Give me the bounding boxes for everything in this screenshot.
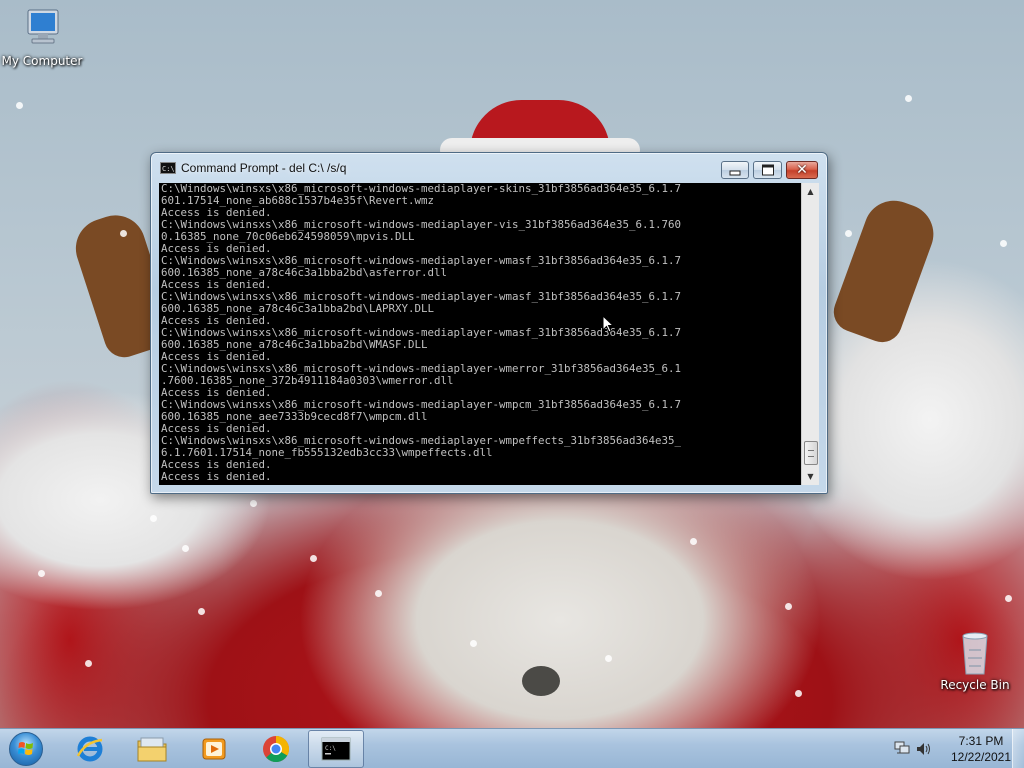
snowflake [85, 660, 92, 667]
scroll-up-icon[interactable]: ▲ [802, 183, 819, 200]
snowflake [1000, 240, 1007, 247]
snowflake [905, 95, 912, 102]
chrome-icon [263, 735, 290, 763]
snowflake [120, 230, 127, 237]
window-titlebar[interactable]: C:\ Command Prompt - del C:\ /s/q ✕ [151, 153, 827, 183]
taskbar: C:\ 7:31 PM 12/22/2021 [0, 728, 1024, 768]
command-prompt-icon: C:\ [321, 737, 351, 761]
internet-explorer-icon [76, 736, 103, 762]
snowflake [38, 570, 45, 577]
taskbar-clock[interactable]: 7:31 PM 12/22/2021 [942, 733, 1020, 765]
snowflake [785, 603, 792, 610]
taskbar-file-explorer[interactable] [124, 730, 180, 768]
clock-date: 12/22/2021 [950, 750, 1012, 764]
scroll-thumb[interactable] [804, 441, 818, 465]
snowflake [690, 538, 697, 545]
snowflake [845, 230, 852, 237]
maximize-icon [761, 164, 774, 176]
snowflake [182, 545, 189, 552]
volume-icon[interactable] [916, 742, 932, 756]
maximize-button[interactable] [753, 161, 782, 179]
my-computer-desktop-icon[interactable]: My Computer [0, 6, 84, 68]
clock-time: 7:31 PM [958, 734, 1004, 748]
minimize-button[interactable] [721, 161, 749, 179]
console-text: C:\Windows\winsxs\x86_microsoft-windows-… [161, 183, 682, 483]
recycle-bin-label: Recycle Bin [940, 678, 1010, 692]
snowflake [250, 500, 257, 507]
windows-start-icon [9, 732, 43, 766]
taskbar-command-prompt[interactable]: C:\ [308, 730, 364, 768]
system-tray: 7:31 PM 12/22/2021 [884, 729, 1024, 768]
snowflake [310, 555, 317, 562]
window-title: Command Prompt - del C:\ /s/q [181, 161, 347, 175]
recycle-bin-icon [951, 630, 999, 675]
mouse-pointer-icon [602, 315, 614, 333]
taskbar-internet-explorer[interactable] [62, 730, 118, 768]
scroll-down-icon[interactable]: ▼ [802, 468, 819, 485]
snowflake [16, 102, 23, 109]
taskbar-media-player[interactable] [186, 730, 242, 768]
media-player-icon [202, 738, 226, 760]
start-button[interactable] [4, 730, 48, 768]
minimize-icon [729, 170, 741, 176]
snowflake [150, 515, 157, 522]
command-prompt-window[interactable]: C:\ Command Prompt - del C:\ /s/q ✕ C:\W… [150, 152, 828, 494]
my-computer-label: My Computer [1, 54, 83, 68]
snowflake [605, 655, 612, 662]
taskbar-chrome[interactable] [248, 730, 304, 768]
command-prompt-icon: C:\ [160, 162, 176, 174]
show-desktop-button[interactable] [1012, 729, 1024, 768]
console-output[interactable]: C:\Windows\winsxs\x86_microsoft-windows-… [159, 183, 801, 485]
file-explorer-icon [137, 737, 167, 762]
right-glove [828, 192, 942, 348]
coat-button [522, 666, 560, 696]
snowflake [795, 690, 802, 697]
recycle-bin-desktop-icon[interactable]: Recycle Bin [933, 630, 1017, 692]
close-icon: ✕ [796, 162, 808, 178]
computer-icon [18, 6, 66, 50]
snowflake [1005, 595, 1012, 602]
vertical-scrollbar[interactable]: ▲ ▼ [801, 183, 819, 485]
snowflake [470, 640, 477, 647]
snowflake [375, 590, 382, 597]
svg-text:C:\: C:\ [325, 745, 336, 752]
desktop-wallpaper: My Computer Recycle Bin C:\ Command Prom… [0, 0, 1024, 728]
snowflake [198, 608, 205, 615]
network-icon[interactable] [894, 741, 910, 755]
close-button[interactable]: ✕ [786, 161, 818, 179]
